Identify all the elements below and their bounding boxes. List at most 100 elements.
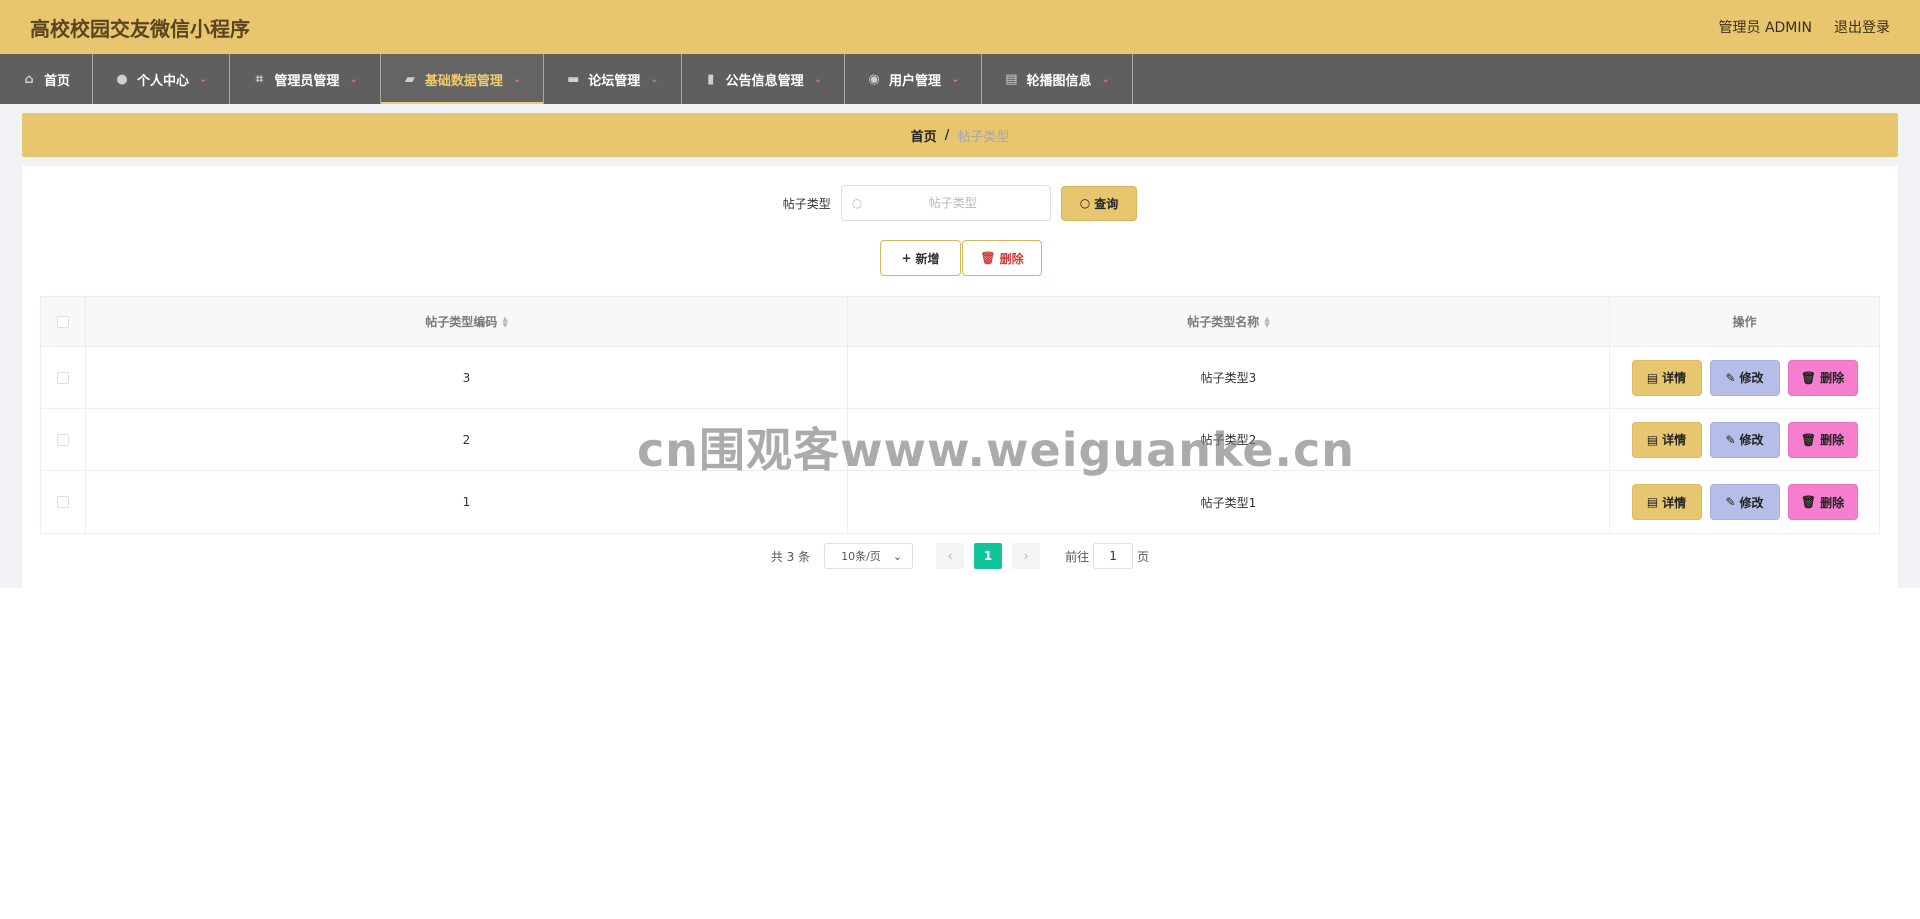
document-icon: ▤ <box>1646 432 1659 447</box>
data-icon: ▰ <box>404 71 415 87</box>
app-title: 高校校园交友微信小程序 <box>30 16 250 41</box>
search-field[interactable]: ○ <box>840 185 1051 221</box>
row-checkbox[interactable] <box>57 371 69 384</box>
pagination-total: 共 3 条 <box>770 549 811 564</box>
nav-item-label: 基础数据管理 <box>424 73 503 89</box>
delete-button[interactable]: 🗑 删除 <box>1787 359 1858 396</box>
row-checkbox-cell <box>41 471 86 533</box>
nav-item-forum[interactable]: ▬ 论坛管理 ⌄ <box>544 54 682 104</box>
column-header-ops: 操作 <box>1610 297 1879 346</box>
column-header-label: 帖子类型名称 <box>1187 315 1260 329</box>
row-checkbox[interactable] <box>57 433 69 446</box>
data-table: 帖子类型编码 ▲ ▼ 帖子类型名称 ▲ ▼ 操作 3 帖子类型3 ▤ 详情 ✎ 修改 🗑… <box>40 296 1880 534</box>
nav-item-users[interactable]: ◉ 用户管理 ⌄ <box>845 54 983 104</box>
search-input[interactable] <box>865 196 1040 210</box>
cell-ops: ▤ 详情 ✎ 修改 🗑 删除 <box>1610 471 1879 533</box>
goto-prefix: 前往 <box>1065 549 1090 564</box>
main-panel: 帖子类型 ○ ○ 查询 + 新增 🗑 删除 帖子类型编码 ▲▼ <box>22 166 1898 588</box>
page-jumper: 前往 页 <box>1065 543 1149 569</box>
document-icon: ▤ <box>1005 71 1018 87</box>
edit-label: 修改 <box>1739 495 1764 510</box>
logout-link[interactable]: 退出登录 <box>1834 17 1890 37</box>
column-header-code[interactable]: 帖子类型编码 ▲ ▼ <box>86 297 848 346</box>
nav-item-label: 个人中心 <box>137 73 190 89</box>
chevron-right-icon: › <box>1023 549 1029 563</box>
detail-button[interactable]: ▤ 详情 <box>1631 484 1702 520</box>
query-button[interactable]: ○ 查询 <box>1060 185 1138 221</box>
nav-item-label: 管理员管理 <box>274 73 340 89</box>
detail-button[interactable]: ▤ 详情 <box>1631 421 1702 458</box>
chevron-down-icon: ⌄ <box>951 73 960 85</box>
nav-item-label: 轮播图信息 <box>1026 73 1092 89</box>
next-page-button[interactable]: › <box>1012 543 1041 569</box>
column-header-name[interactable]: 帖子类型名称 ▲ ▼ <box>848 297 1610 346</box>
page-size-value: 10条/页 <box>841 550 881 563</box>
batch-delete-label: 删除 <box>999 251 1024 266</box>
nav-item-label: 论坛管理 <box>588 73 641 89</box>
nav-item-base-data[interactable]: ▰ 基础数据管理 ⌄ <box>380 54 545 104</box>
breadcrumb-home[interactable]: 首页 <box>911 126 937 145</box>
nav-item-notice[interactable]: ▮ 公告信息管理 ⌄ <box>682 54 846 104</box>
search-label: 帖子类型 <box>782 196 831 211</box>
delete-button[interactable]: 🗑 删除 <box>1787 484 1858 520</box>
main-nav: ⌂ 首页 ● 个人中心 ⌄ ⌗ 管理员管理 ⌄ ▰ 基础数据管理 ⌄ ▬ 论坛管… <box>0 54 1920 104</box>
goto-page-input[interactable] <box>1093 543 1134 569</box>
row-checkbox[interactable] <box>57 496 69 508</box>
delete-button[interactable]: 🗑 删除 <box>1787 421 1858 458</box>
pagination: 共 3 条 10条/页 ⌄ ‹ 1 › 前往 页 <box>22 543 1898 569</box>
detail-button[interactable]: ▤ 详情 <box>1631 359 1702 396</box>
sort-icon[interactable]: ▲ ▼ <box>1264 315 1269 328</box>
search-icon: ○ <box>851 196 863 210</box>
table-row: 1 帖子类型1 ▤ 详情 ✎ 修改 🗑 删除 <box>41 471 1879 533</box>
cell-code: 3 <box>86 347 848 408</box>
nav-item-home[interactable]: ⌂ 首页 <box>0 54 94 104</box>
table-header: 帖子类型编码 ▲ ▼ 帖子类型名称 ▲ ▼ 操作 <box>41 297 1879 347</box>
page-number-button[interactable]: 1 <box>974 543 1003 569</box>
location-icon: ◉ <box>868 71 880 87</box>
nav-item-profile[interactable]: ● 个人中心 ⌄ <box>93 54 231 104</box>
table-row: 2 帖子类型2 ▤ 详情 ✎ 修改 🗑 删除 <box>41 409 1879 471</box>
chevron-left-icon: ‹ <box>947 549 953 563</box>
plus-icon: + <box>901 251 912 265</box>
user-icon: ● <box>116 71 128 87</box>
header-user-area: 管理员 ADMIN 退出登录 <box>1719 17 1891 37</box>
add-button[interactable]: + 新增 <box>880 240 961 276</box>
select-all-checkbox[interactable] <box>57 315 69 328</box>
pencil-icon: ✎ <box>1725 432 1736 447</box>
edit-button[interactable]: ✎ 修改 <box>1709 421 1780 458</box>
add-button-label: 新增 <box>915 251 940 266</box>
briefcase-icon: ▬ <box>567 71 580 87</box>
column-header-label: 操作 <box>1732 315 1757 329</box>
chevron-down-icon: ⌄ <box>650 73 659 85</box>
table-row: 3 帖子类型3 ▤ 详情 ✎ 修改 🗑 删除 <box>41 347 1879 409</box>
chevron-down-icon: ⌄ <box>199 73 208 85</box>
sort-icon[interactable]: ▲ ▼ <box>502 315 507 328</box>
chevron-down-icon: ⌄ <box>813 73 823 85</box>
cell-code: 1 <box>86 471 848 533</box>
chevron-down-icon: ⌄ <box>892 549 903 563</box>
goto-suffix: 页 <box>1137 549 1150 564</box>
breadcrumb: 首页 / 帖子类型 <box>22 113 1898 157</box>
chevron-down-icon: ⌄ <box>512 73 522 85</box>
pencil-icon: ✎ <box>1725 495 1736 509</box>
nav-item-label: 公告信息管理 <box>725 73 804 89</box>
edit-label: 修改 <box>1739 371 1764 385</box>
edit-button[interactable]: ✎ 修改 <box>1709 484 1780 520</box>
header-checkbox-cell <box>41 297 86 346</box>
row-checkbox-cell <box>41 409 86 470</box>
delete-label: 删除 <box>1820 371 1845 385</box>
edit-label: 修改 <box>1739 433 1764 447</box>
prev-page-button[interactable]: ‹ <box>936 543 965 569</box>
nav-item-admin[interactable]: ⌗ 管理员管理 ⌄ <box>230 54 381 104</box>
search-form: 帖子类型 ○ ○ 查询 <box>22 185 1898 221</box>
breadcrumb-separator: / <box>944 127 950 143</box>
page-size-select[interactable]: 10条/页 ⌄ <box>824 543 914 569</box>
detail-label: 详情 <box>1662 371 1687 385</box>
cell-name: 帖子类型1 <box>848 471 1610 533</box>
nav-item-carousel[interactable]: ▤ 轮播图信息 ⌄ <box>982 54 1133 104</box>
query-button-label: 查询 <box>1094 196 1119 211</box>
edit-button[interactable]: ✎ 修改 <box>1709 359 1780 396</box>
batch-delete-button[interactable]: 🗑 删除 <box>962 240 1042 276</box>
pencil-icon: ✎ <box>1725 370 1736 385</box>
detail-label: 详情 <box>1662 495 1687 510</box>
